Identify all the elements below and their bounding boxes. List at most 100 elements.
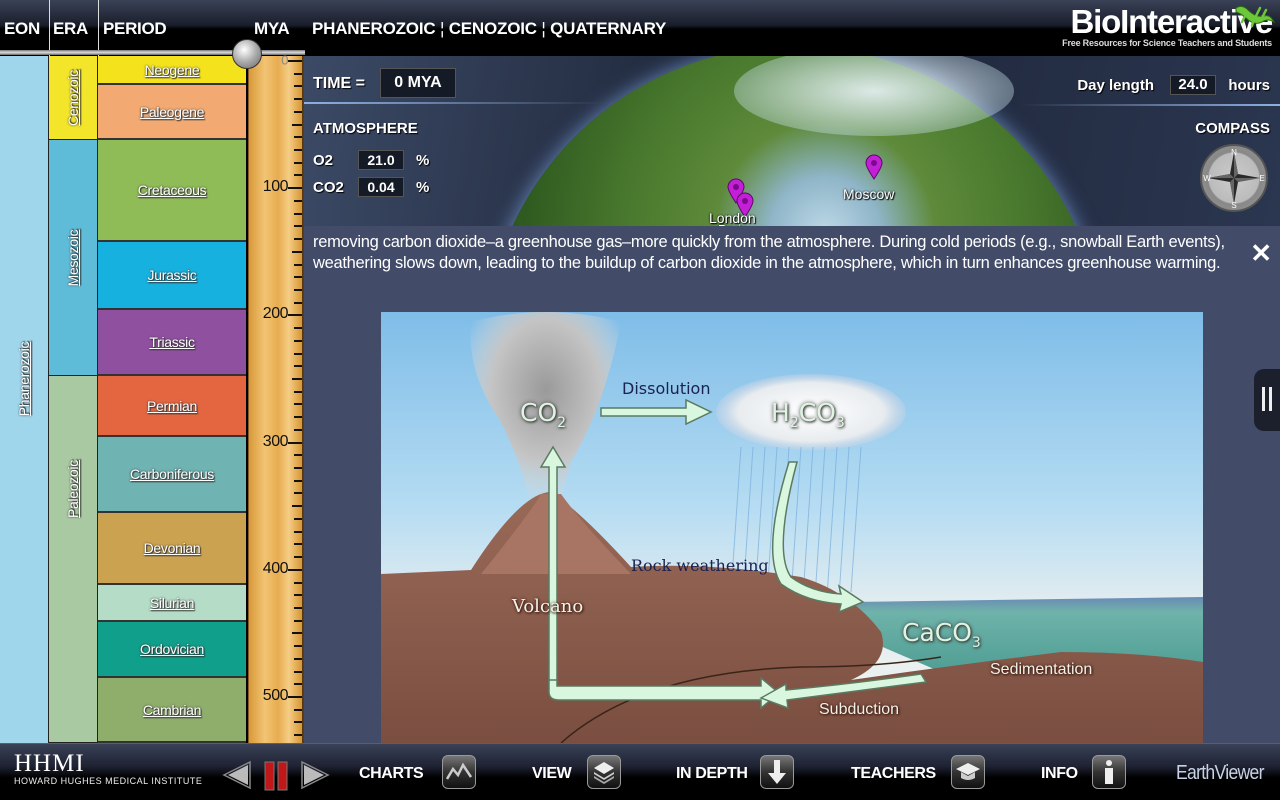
carbon-cycle-diagram: CO2 H2CO3 CaCO3 Dissolution Rock weather… — [381, 312, 1203, 743]
period-label[interactable]: Cretaceous — [138, 182, 207, 198]
period-jurassic[interactable]: Jurassic — [98, 242, 246, 310]
in-depth-button-label[interactable]: IN DEPTH — [676, 765, 748, 783]
info-button[interactable] — [1092, 755, 1126, 789]
info-button-label[interactable]: INFO — [1041, 765, 1078, 783]
dissolution-label: Dissolution — [622, 379, 711, 398]
globe-panel: TIME = 0 MYA ATMOSPHERE O2 21.0 % CO2 0.… — [304, 56, 1280, 226]
teachers-button-label[interactable]: TEACHERS — [851, 765, 936, 783]
period-silurian[interactable]: Silurian — [98, 585, 246, 622]
ruler-tick — [294, 479, 302, 482]
ruler-tick — [294, 149, 302, 152]
era-label[interactable]: Cenozoic — [65, 70, 81, 126]
charts-button[interactable] — [442, 755, 476, 789]
biointeractive-logo[interactable]: BioInteractive Free Resources for Scienc… — [1062, 5, 1276, 48]
column-divider — [98, 0, 99, 56]
period-label[interactable]: Carboniferous — [130, 466, 214, 482]
period-paleogene[interactable]: Paleogene — [98, 85, 246, 140]
compass-e: E — [1259, 174, 1264, 183]
ruler-tick — [294, 327, 302, 330]
pause-button[interactable] — [263, 760, 289, 792]
top-bar: EON ERA PERIOD MYA PHANEROZOIC ¦ CENOZOI… — [0, 0, 1280, 56]
period-devonian[interactable]: Devonian — [98, 513, 246, 585]
breadcrumb-separator: ¦ — [439, 19, 445, 38]
period-column-header: PERIOD — [103, 19, 167, 38]
period-label[interactable]: Devonian — [144, 540, 201, 556]
step-back-button[interactable] — [222, 760, 252, 790]
period-label[interactable]: Cambrian — [143, 702, 202, 718]
column-divider — [49, 0, 50, 56]
period-label[interactable]: Permian — [147, 398, 197, 414]
polar-ice — [734, 56, 1014, 136]
hhmi-logo[interactable]: HHMI HOWARD HUGHES MEDICAL INSTITUTE — [14, 751, 202, 786]
period-label[interactable]: Silurian — [150, 595, 195, 611]
period-label[interactable]: Neogene — [145, 62, 200, 78]
ruler-tick — [294, 594, 302, 597]
period-cretaceous[interactable]: Cretaceous — [98, 140, 246, 242]
o2-unit: % — [416, 152, 430, 169]
location-pin-icon[interactable] — [865, 154, 883, 180]
compass-w: W — [1203, 174, 1211, 183]
ruler-tick — [294, 365, 302, 368]
ruler-tick — [294, 98, 302, 101]
rock-weathering-label: Rock weathering — [631, 556, 769, 575]
period-label[interactable]: Jurassic — [148, 267, 197, 283]
ruler-label: 400 — [262, 559, 289, 577]
eon-phanerozoic[interactable]: Phanerozoic — [0, 56, 49, 743]
step-forward-button[interactable] — [300, 760, 330, 790]
era-label[interactable]: Mesozoic — [65, 229, 81, 286]
time-value: 0 MYA — [380, 68, 456, 98]
ruler-tick — [294, 276, 302, 279]
geologic-timeline: Phanerozoic Cenozoic Mesozoic Paleozoic Ne… — [0, 56, 248, 743]
earth-globe[interactable] — [484, 56, 1104, 226]
era-cenozoic[interactable]: Cenozoic — [49, 56, 98, 140]
ruler-tick — [294, 454, 302, 457]
breadcrumb-period: QUATERNARY — [550, 19, 667, 38]
period-cambrian[interactable]: Cambrian — [98, 678, 246, 743]
time-slider-knob[interactable] — [232, 39, 262, 69]
ruler-label: 500 — [262, 687, 289, 704]
lizard-icon — [1235, 5, 1276, 28]
period-carboniferous[interactable]: Carboniferous — [98, 437, 246, 513]
breadcrumb-eon: PHANEROZOIC — [312, 19, 436, 38]
period-neogene[interactable]: Neogene — [98, 56, 246, 85]
earthviewer-wordmark: EarthViewer — [1176, 762, 1265, 784]
ruler-tick — [292, 505, 302, 508]
co2-label: CO2 — [313, 179, 344, 196]
ruler-tick — [294, 543, 302, 546]
ruler-tick — [294, 670, 302, 673]
breadcrumb-separator: ¦ — [541, 19, 546, 38]
close-icon[interactable]: ✕ — [1250, 238, 1272, 269]
teachers-button[interactable] — [951, 755, 985, 789]
charts-button-label[interactable]: CHARTS — [359, 765, 424, 783]
period-label[interactable]: Paleogene — [140, 104, 205, 120]
compass-s: S — [1231, 201, 1236, 210]
period-label[interactable]: Triassic — [149, 334, 195, 350]
city-label-moscow: Moscow — [843, 186, 895, 202]
period-permian[interactable]: Permian — [98, 376, 246, 437]
panel-drag-handle[interactable] — [1254, 369, 1280, 431]
breadcrumb: PHANEROZOIC ¦ CENOZOIC ¦ QUATERNARY — [312, 19, 666, 39]
eon-label[interactable]: Phanerozoic — [16, 342, 32, 417]
compass[interactable]: N S E W — [1200, 144, 1268, 212]
period-ordovician[interactable]: Ordovician — [98, 622, 246, 678]
ruler-tick — [294, 581, 302, 584]
subduction-label: Subduction — [819, 701, 900, 718]
in-depth-button[interactable] — [760, 755, 794, 789]
mya-ruler[interactable]: 0 100 200 300 400 500 — [248, 53, 304, 752]
period-label[interactable]: Ordovician — [140, 641, 204, 657]
day-length-unit: hours — [1228, 77, 1270, 94]
volcano-label: Volcano — [512, 596, 584, 617]
period-triassic[interactable]: Triassic — [98, 310, 246, 376]
era-label[interactable]: Paleozoic — [65, 460, 81, 518]
divider — [1020, 104, 1280, 106]
ruler-tick — [294, 72, 302, 75]
era-mesozoic[interactable]: Mesozoic — [49, 140, 98, 376]
ruler-tick — [294, 556, 302, 559]
day-length-value: 24.0 — [1170, 75, 1216, 95]
ruler-tick — [294, 416, 302, 419]
view-button-label[interactable]: VIEW — [532, 765, 572, 783]
ruler-tick — [294, 161, 302, 164]
era-paleozoic[interactable]: Paleozoic — [49, 376, 98, 743]
ruler-tick — [292, 378, 302, 380]
view-button[interactable] — [587, 755, 621, 789]
